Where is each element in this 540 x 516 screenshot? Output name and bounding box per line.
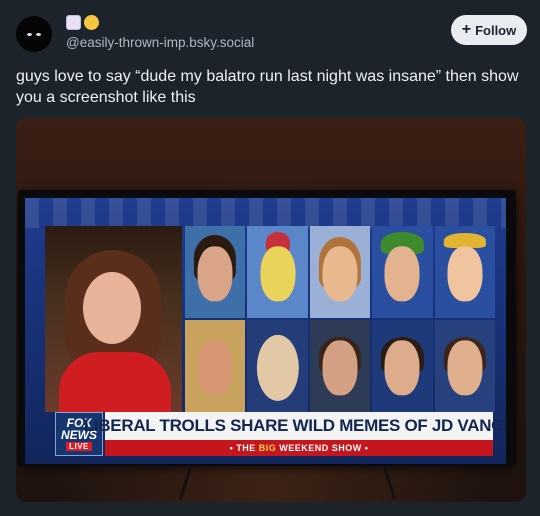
show-name-bar: • THE BIG WEEKEND SHOW • bbox=[105, 440, 493, 456]
anchor-red-dress bbox=[59, 352, 171, 412]
meme-face bbox=[447, 246, 483, 302]
show-name: • THE BIG WEEKEND SHOW • bbox=[230, 443, 369, 453]
post-image[interactable]: FOX NEWS LIVE LIBERAL TROLLS SHARE WILD … bbox=[16, 118, 526, 502]
meme-face bbox=[322, 340, 358, 396]
meme-face bbox=[322, 246, 358, 302]
news-anchor-image bbox=[45, 226, 182, 412]
anchor-face bbox=[83, 272, 141, 344]
news-headline: LIBERAL TROLLS SHARE WILD MEMES OF JD VA… bbox=[83, 416, 506, 435]
meme-tile bbox=[309, 226, 371, 318]
meme-face bbox=[447, 340, 483, 396]
meme-tile bbox=[247, 320, 308, 412]
post-text: guys love to say “dude my balatro run la… bbox=[16, 68, 519, 106]
show-name-big: BIG bbox=[258, 443, 277, 453]
meme-face bbox=[197, 246, 233, 302]
headline-bar: LIBERAL TROLLS SHARE WILD MEMES OF JD VA… bbox=[84, 412, 506, 440]
meme-face bbox=[256, 334, 299, 401]
flag-backdrop bbox=[25, 198, 506, 228]
news-lower-third: FOX NEWS LIVE LIBERAL TROLLS SHARE WILD … bbox=[55, 412, 506, 456]
display-name-emojis[interactable] bbox=[66, 15, 99, 33]
follow-button[interactable]: + Follow bbox=[451, 15, 527, 45]
meme-tile bbox=[185, 226, 246, 318]
kawaii-face-emoji-icon bbox=[66, 15, 81, 30]
meme-face bbox=[197, 340, 233, 396]
meme-face bbox=[260, 246, 296, 302]
plus-icon: + bbox=[461, 21, 472, 38]
tv-screen: FOX NEWS LIVE LIBERAL TROLLS SHARE WILD … bbox=[25, 198, 506, 464]
meme-tile bbox=[309, 320, 371, 412]
meme-face bbox=[384, 246, 420, 302]
avatar-eye bbox=[27, 33, 32, 36]
meme-tile bbox=[185, 320, 246, 412]
avatar-eye bbox=[36, 33, 41, 36]
meme-tile bbox=[434, 226, 495, 318]
meme-tile bbox=[434, 320, 495, 412]
show-name-suffix: WEEKEND SHOW • bbox=[276, 443, 369, 453]
show-name-prefix: • THE bbox=[229, 443, 259, 453]
author-avatar[interactable] bbox=[16, 16, 52, 52]
post-card: @easily-thrown-imp.bsky.social + Follow … bbox=[0, 0, 540, 516]
meme-image-grid bbox=[185, 226, 495, 412]
scared-face-emoji-icon bbox=[84, 15, 99, 30]
meme-tile bbox=[247, 226, 308, 318]
live-badge: LIVE bbox=[66, 442, 92, 451]
follow-button-label: Follow bbox=[475, 22, 517, 38]
author-handle[interactable]: @easily-thrown-imp.bsky.social bbox=[66, 35, 254, 50]
meme-tile bbox=[372, 226, 433, 318]
meme-face bbox=[384, 340, 420, 396]
meme-tile bbox=[372, 320, 433, 412]
